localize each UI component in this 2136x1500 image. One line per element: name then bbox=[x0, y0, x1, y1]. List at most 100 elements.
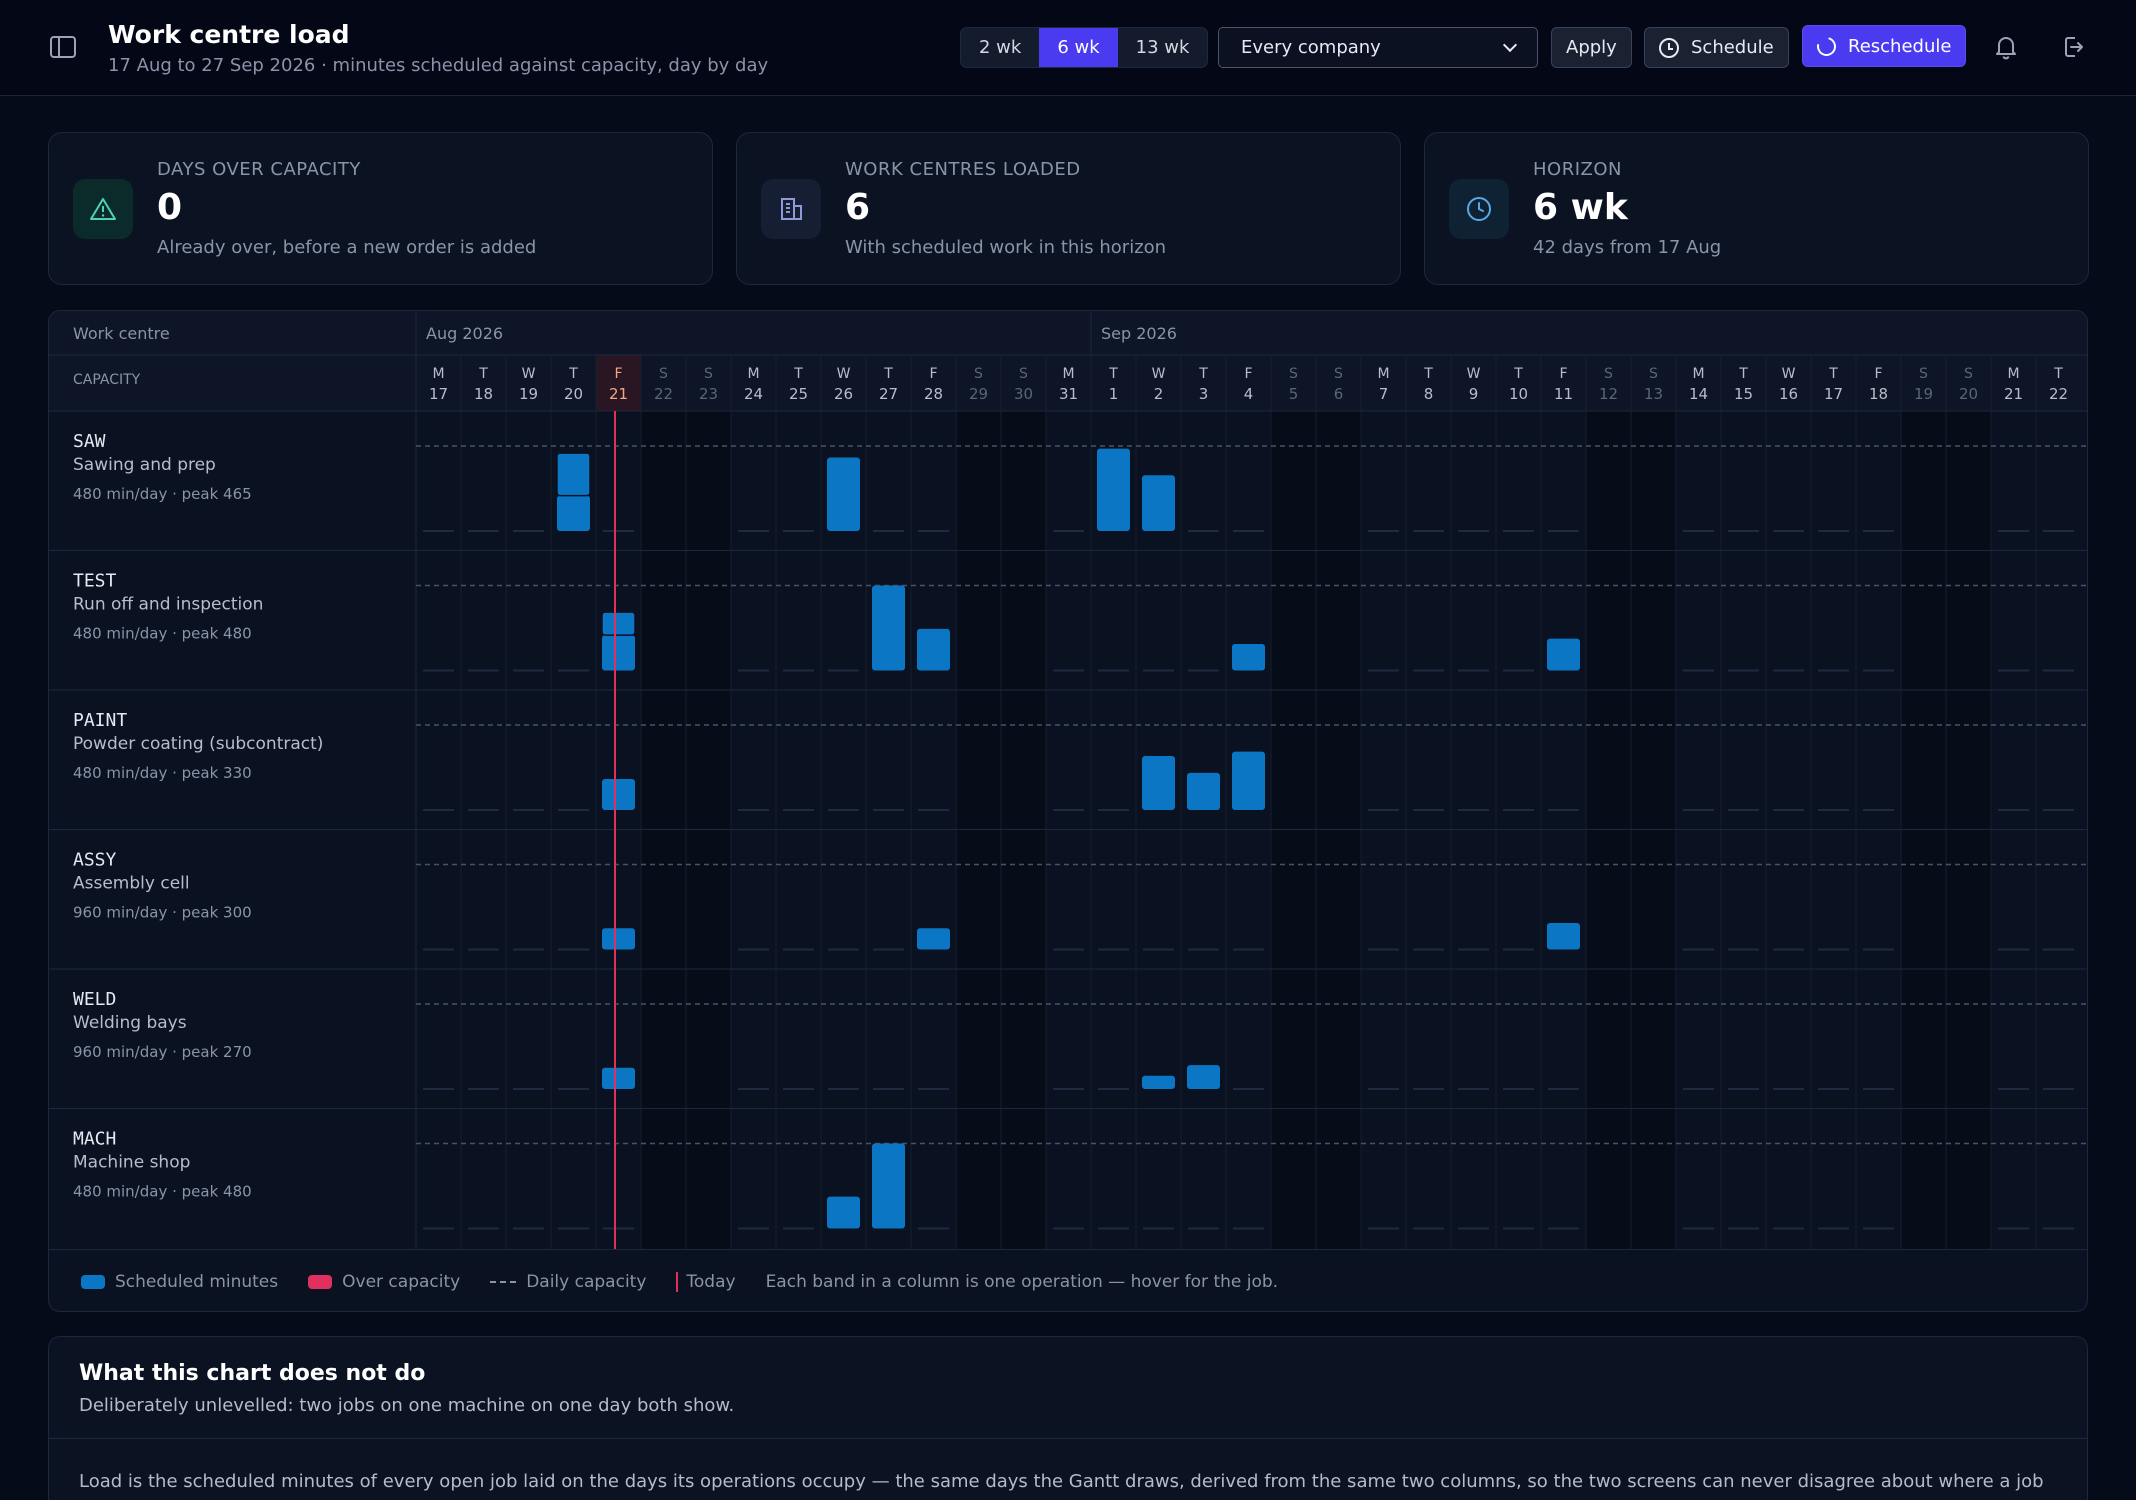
day-of-week-label: S bbox=[1964, 366, 1973, 382]
day-number-label: 23 bbox=[699, 385, 718, 403]
work-centre-capacity: 960 min/day · peak 300 bbox=[73, 904, 252, 922]
stat-label: DAYS OVER CAPACITY bbox=[157, 159, 361, 180]
load-bar-band bbox=[556, 452, 591, 497]
day-number-label: 19 bbox=[519, 385, 538, 403]
day-number-label: 25 bbox=[789, 385, 808, 403]
range-13wk-button[interactable]: 13 wk bbox=[1118, 28, 1208, 67]
work-centre-code: ASSY bbox=[73, 850, 117, 871]
load-bar-band bbox=[602, 1067, 635, 1089]
load-bar-band bbox=[602, 635, 635, 671]
work-centre-code: MACH bbox=[73, 1129, 116, 1150]
month-label: Aug 2026 bbox=[426, 324, 503, 343]
load-bar-band bbox=[1187, 772, 1220, 810]
day-number-label: 17 bbox=[1824, 385, 1843, 403]
schedule-button-label: Schedule bbox=[1691, 37, 1774, 58]
legend-capacity: Daily capacity bbox=[490, 1272, 646, 1292]
day-of-week-label: W bbox=[522, 366, 536, 382]
day-number-label: 21 bbox=[609, 385, 628, 403]
legend-hint: Each band in a column is one operation —… bbox=[766, 1272, 1279, 1292]
range-2wk-button[interactable]: 2 wk bbox=[961, 28, 1039, 67]
legend-hint-text: Each band in a column is one operation —… bbox=[765, 1271, 1279, 1292]
day-of-week-label: F bbox=[929, 366, 937, 382]
day-number-label: 14 bbox=[1689, 385, 1708, 403]
day-of-week-label: S bbox=[1649, 366, 1658, 382]
load-bar-band bbox=[601, 611, 636, 636]
load-bar-band bbox=[1142, 1075, 1175, 1089]
legend-label: Today bbox=[686, 1271, 736, 1292]
stat-card-work-centres: WORK CENTRES LOADED 6 With scheduled wor… bbox=[736, 132, 1401, 285]
day-of-week-label: S bbox=[1919, 366, 1928, 382]
stat-value: 6 wk bbox=[1533, 187, 1628, 228]
building-icon bbox=[761, 179, 821, 239]
sidebar-toggle-icon[interactable] bbox=[50, 36, 76, 58]
explanation-panel: What this chart does not do Deliberately… bbox=[48, 1336, 2088, 1500]
work-centre-capacity: 960 min/day · peak 270 bbox=[73, 1043, 252, 1061]
day-number-label: 20 bbox=[1959, 385, 1978, 403]
stat-value: 0 bbox=[157, 187, 183, 228]
range-6wk-button[interactable]: 6 wk bbox=[1039, 28, 1118, 67]
day-of-week-label: F bbox=[614, 366, 622, 382]
chevron-down-icon bbox=[1502, 37, 1518, 53]
day-of-week-label: F bbox=[1559, 366, 1567, 382]
day-of-week-label: T bbox=[478, 366, 488, 382]
day-number-label: 7 bbox=[1379, 385, 1389, 403]
day-of-week-label: T bbox=[793, 366, 803, 382]
capacity-column-header: CAPACITY bbox=[73, 372, 141, 388]
day-of-week-label: S bbox=[1289, 366, 1298, 382]
stat-value: 6 bbox=[845, 187, 871, 228]
day-number-label: 6 bbox=[1334, 385, 1344, 403]
day-of-week-label: T bbox=[1198, 366, 1208, 382]
legend-today: Today bbox=[676, 1271, 736, 1292]
day-number-label: 13 bbox=[1644, 385, 1663, 403]
apply-button[interactable]: Apply bbox=[1551, 27, 1632, 68]
company-select[interactable]: Every company bbox=[1218, 27, 1538, 68]
bell-icon[interactable] bbox=[1994, 34, 2018, 60]
day-number-label: 31 bbox=[1059, 385, 1078, 403]
chart-legend: Scheduled minutes Over capacity Daily ca… bbox=[49, 1249, 2087, 1311]
day-of-week-label: T bbox=[1108, 366, 1118, 382]
warning-icon bbox=[73, 179, 133, 239]
reschedule-button-label: Reschedule bbox=[1848, 35, 1952, 57]
company-select-value: Every company bbox=[1241, 37, 1381, 58]
day-of-week-label: S bbox=[1019, 366, 1028, 382]
day-of-week-label: T bbox=[2053, 366, 2063, 382]
day-of-week-label: T bbox=[1513, 366, 1523, 382]
day-of-week-label: F bbox=[1244, 366, 1252, 382]
day-number-label: 15 bbox=[1734, 385, 1753, 403]
work-centre-code: TEST bbox=[73, 571, 117, 592]
legend-scheduled: Scheduled minutes bbox=[81, 1272, 278, 1292]
day-number-label: 1 bbox=[1109, 385, 1119, 403]
load-bar-band bbox=[872, 1143, 905, 1229]
day-number-label: 28 bbox=[924, 385, 943, 403]
work-centre-capacity: 480 min/day · peak 330 bbox=[73, 764, 252, 782]
day-number-label: 26 bbox=[834, 385, 853, 403]
day-number-label: 24 bbox=[744, 385, 763, 403]
day-of-week-label: W bbox=[1782, 366, 1796, 382]
reschedule-button[interactable]: Reschedule bbox=[1802, 25, 1967, 67]
day-number-label: 11 bbox=[1554, 385, 1573, 403]
day-number-label: 20 bbox=[564, 385, 583, 403]
legend-over: Over capacity bbox=[308, 1272, 460, 1292]
explanation-body: Load is the scheduled minutes of every o… bbox=[79, 1471, 2044, 1492]
day-of-week-label: M bbox=[1377, 366, 1389, 382]
legend-label: Over capacity bbox=[342, 1271, 461, 1292]
load-bar-band bbox=[1142, 755, 1175, 810]
day-number-label: 18 bbox=[474, 385, 493, 403]
load-bar-band bbox=[917, 928, 950, 950]
load-bar-band bbox=[1232, 643, 1265, 671]
day-of-week-label: T bbox=[883, 366, 893, 382]
stat-label: WORK CENTRES LOADED bbox=[845, 159, 1081, 180]
day-of-week-label: S bbox=[659, 366, 668, 382]
logout-icon[interactable] bbox=[2060, 34, 2086, 60]
day-number-label: 27 bbox=[879, 385, 898, 403]
load-bar-band bbox=[872, 585, 905, 671]
day-number-label: 16 bbox=[1779, 385, 1798, 403]
day-of-week-label: M bbox=[747, 366, 759, 382]
day-number-label: 30 bbox=[1014, 385, 1033, 403]
load-bar-band bbox=[557, 495, 590, 531]
schedule-button[interactable]: Schedule bbox=[1644, 27, 1789, 68]
work-centre-code: WELD bbox=[73, 989, 116, 1010]
stat-note: Already over, before a new order is adde… bbox=[157, 237, 537, 258]
day-of-week-label: M bbox=[432, 366, 444, 382]
day-number-label: 22 bbox=[2049, 385, 2068, 403]
